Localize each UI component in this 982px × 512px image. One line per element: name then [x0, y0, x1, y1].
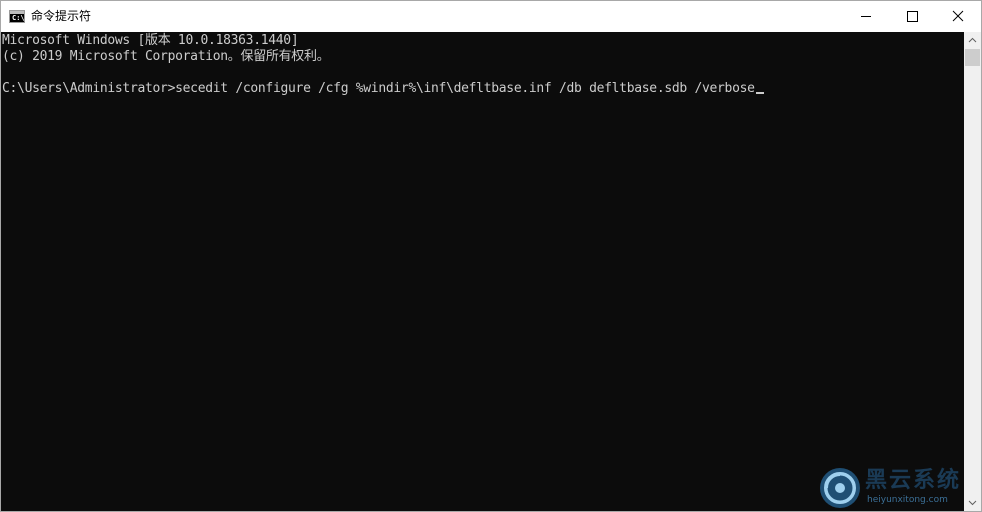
console-line-command: C:\Users\Administrator>secedit /configur… [2, 81, 764, 97]
minimize-button[interactable] [843, 1, 889, 32]
console-output[interactable]: Microsoft Windows [版本 10.0.18363.1440] (… [1, 32, 964, 511]
maximize-icon [907, 11, 918, 22]
cmd-window: C:\. 命令提示符 Microsoft Windows [版本 10.0.18… [0, 0, 982, 512]
watermark-brand: 黑云系统 [865, 468, 962, 493]
watermark: 黑云系统 heiyunxitong.com [819, 467, 969, 509]
console-line-version: Microsoft Windows [版本 10.0.18363.1440] [2, 33, 299, 48]
command-text: C:\Users\Administrator>secedit /configur… [2, 81, 755, 96]
console-line-copyright: (c) 2019 Microsoft Corporation。保留所有权利。 [2, 49, 330, 64]
watermark-url: heiyunxitong.com [867, 495, 948, 505]
scroll-up-button[interactable] [964, 32, 981, 49]
maximize-button[interactable] [889, 1, 935, 32]
window-title: 命令提示符 [31, 9, 92, 23]
chevron-up-icon [968, 37, 977, 43]
cmd-icon-glyph: C:\. [12, 14, 29, 22]
cmd-icon[interactable]: C:\. [9, 10, 29, 23]
vertical-scrollbar[interactable] [964, 32, 981, 511]
scroll-thumb[interactable] [965, 49, 980, 66]
watermark-logo-icon [820, 468, 860, 508]
minimize-icon [861, 16, 871, 17]
text-cursor [755, 92, 764, 94]
title-bar[interactable]: C:\. 命令提示符 [1, 1, 981, 32]
close-icon [952, 10, 964, 22]
close-button[interactable] [935, 1, 981, 32]
